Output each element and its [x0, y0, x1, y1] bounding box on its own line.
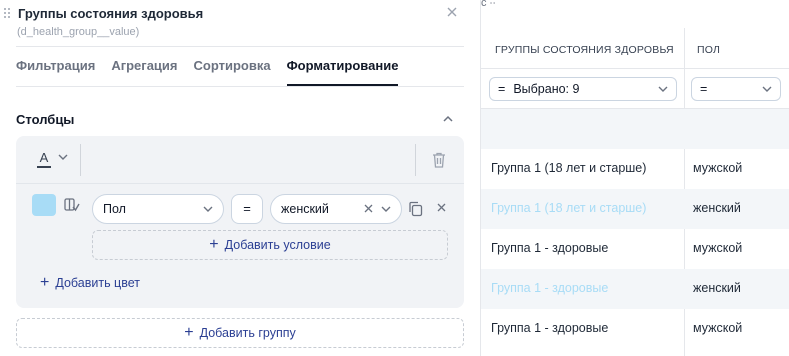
data-table: с ∙∙ ГРУППЫ СОСТОЯНИЯ ЗДОРОВЬЯ ПОЛ = Выб…	[480, 0, 789, 356]
column-header-health-group[interactable]: ГРУППЫ СОСТОЯНИЯ ЗДОРОВЬЯ	[495, 44, 674, 56]
plus-icon: +	[40, 274, 50, 291]
cell-sex: женский	[693, 201, 741, 215]
trash-icon[interactable]	[432, 152, 446, 168]
cell-health-group: Группа 1 - здоровые	[491, 321, 609, 335]
table-row[interactable]: Группа 1 (18 лет и старше) женский	[481, 189, 789, 229]
tab-filtering[interactable]: Фильтрация	[16, 58, 95, 86]
sex-filter-select[interactable]: =	[691, 77, 781, 101]
table-row[interactable]: Группа 1 - здоровые мужской	[481, 229, 789, 269]
column-header-sex[interactable]: ПОЛ	[697, 44, 720, 56]
text-color-icon[interactable]: A	[36, 150, 52, 170]
add-group-button[interactable]: + Добавить группу	[16, 318, 464, 348]
health-group-filter-select[interactable]: = Выбрано: 9	[489, 77, 677, 101]
header-divider	[481, 68, 789, 69]
cell-sex: мужской	[693, 161, 743, 175]
chevron-down-icon	[381, 204, 391, 215]
format-group-card: A Пол = женский + Добавить условие + Доб…	[16, 136, 464, 308]
tab-bar: Фильтрация Агрегация Сортировка Форматир…	[16, 58, 398, 86]
color-swatch[interactable]	[32, 194, 56, 216]
table-row[interactable]	[481, 109, 789, 149]
cell-health-group: Группа 1 - здоровые	[491, 281, 609, 295]
table-row[interactable]: Группа 1 - здоровые женский	[481, 269, 789, 309]
cell-health-group: Группа 1 - здоровые	[491, 241, 609, 255]
condition-operator-select[interactable]: =	[231, 194, 263, 224]
column-check-icon[interactable]	[64, 197, 80, 213]
toolbar-divider	[415, 144, 416, 176]
filter-value: Выбрано: 9	[513, 82, 580, 96]
plus-icon: +	[184, 324, 194, 341]
chevron-down-icon	[658, 84, 668, 95]
cell-health-group: Группа 1 (18 лет и старше)	[491, 201, 647, 215]
cell-sex: женский	[693, 281, 741, 295]
group-toolbar: A	[16, 136, 464, 184]
close-icon[interactable]	[445, 5, 459, 19]
chevron-down-icon	[762, 84, 772, 95]
filter-operator: =	[498, 82, 506, 96]
filter-operator: =	[700, 82, 708, 96]
condition-field-value: Пол	[103, 202, 126, 216]
table-row[interactable]: Группа 1 (18 лет и старше) мужской	[481, 149, 789, 189]
chevron-up-icon[interactable]	[441, 112, 455, 126]
cell-health-group: Группа 1 (18 лет и старше)	[491, 161, 647, 175]
copy-icon[interactable]	[408, 201, 424, 217]
add-condition-button[interactable]: + Добавить условие	[92, 230, 448, 260]
cell-sex: мужской	[693, 241, 743, 255]
plus-icon: +	[209, 236, 219, 253]
add-color-button[interactable]: + Добавить цвет	[40, 274, 140, 291]
drag-handle-icon[interactable]	[4, 8, 12, 20]
cell-sex: мужской	[693, 321, 743, 335]
condition-value: женский	[281, 202, 329, 216]
remove-condition-icon[interactable]	[434, 200, 448, 216]
chevron-down-icon	[203, 204, 213, 215]
tabs-divider	[16, 86, 464, 87]
add-condition-label: Добавить условие	[224, 238, 331, 252]
panel-field-id: (d_health_group__value)	[17, 26, 140, 38]
section-title-columns: Столбцы	[16, 112, 75, 127]
clear-icon[interactable]	[364, 202, 373, 216]
header-divider	[16, 46, 464, 47]
top-fragment-text: с ∙∙	[481, 0, 496, 9]
tab-formatting[interactable]: Форматирование	[286, 58, 398, 86]
table-row[interactable]: Группа 1 - здоровые мужской	[481, 309, 789, 349]
tab-aggregation[interactable]: Агрегация	[111, 58, 177, 86]
condition-field-select[interactable]: Пол	[92, 194, 224, 224]
chevron-down-icon[interactable]	[58, 152, 68, 163]
condition-value-select[interactable]: женский	[270, 194, 402, 224]
toolbar-divider	[80, 144, 81, 176]
add-group-label: Добавить группу	[199, 326, 296, 340]
panel-title: Группы состояния здоровья	[18, 6, 204, 21]
formatting-panel: Группы состояния здоровья (d_health_grou…	[0, 0, 480, 356]
add-color-label: Добавить цвет	[55, 276, 140, 290]
tab-sorting[interactable]: Сортировка	[194, 58, 271, 86]
